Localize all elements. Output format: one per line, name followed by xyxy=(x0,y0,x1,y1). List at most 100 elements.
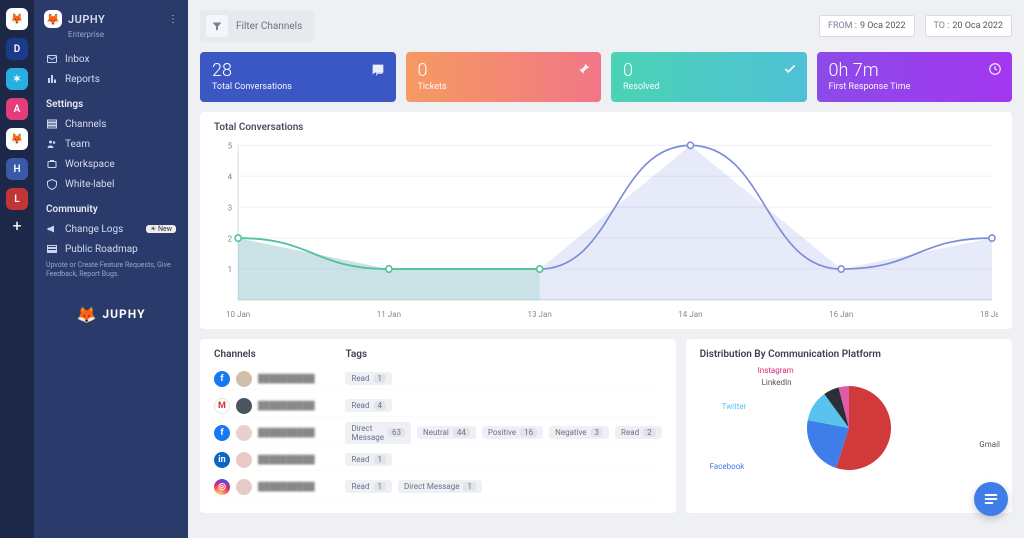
nav-label: Change Logs xyxy=(65,224,123,235)
svg-text:18 Jan: 18 Jan xyxy=(980,310,998,319)
nav-reports[interactable]: Reports xyxy=(44,69,178,89)
workspace-switcher: 🦊 D ✶ A 🦊 H L + xyxy=(0,0,34,538)
workspace-item[interactable]: D xyxy=(6,38,28,60)
nav-label: Inbox xyxy=(65,54,89,65)
nav-label: Team xyxy=(65,139,90,150)
team-icon xyxy=(46,138,58,150)
channels-panel: Channels f ██████████ M ██████████ f ███… xyxy=(200,339,676,513)
avatar xyxy=(236,371,252,387)
card-value: 0h 7m xyxy=(829,62,1001,80)
nav-label: Reports xyxy=(65,74,100,85)
clock-icon xyxy=(988,62,1002,76)
tag-chip[interactable]: Positive 16 xyxy=(482,426,543,439)
tag-chip[interactable]: Negative 3 xyxy=(549,426,609,439)
card-label: Resolved xyxy=(623,82,795,92)
tag-count: 1 xyxy=(374,455,387,464)
pin-icon xyxy=(577,62,591,76)
channel-row[interactable]: in ██████████ xyxy=(214,449,345,471)
tag-label: Positive xyxy=(488,428,516,437)
brand-footer-icon: 🦊 xyxy=(76,305,96,324)
tag-row: Read 1 xyxy=(345,449,661,471)
workspace-item[interactable]: H xyxy=(6,158,28,180)
nav-workspace[interactable]: Workspace xyxy=(44,154,178,174)
conversations-chart: 1234510 Jan11 Jan13 Jan14 Jan16 Jan18 Ja… xyxy=(214,139,998,319)
tag-chip[interactable]: Read 1 xyxy=(345,480,392,493)
nav-whitelabel[interactable]: White-label xyxy=(44,174,178,194)
channel-name: ██████████ xyxy=(258,428,315,437)
nav-label: Channels xyxy=(65,119,106,130)
tag-chip[interactable]: Read 1 xyxy=(345,372,392,385)
distribution-title: Distribution By Communication Platform xyxy=(700,349,998,360)
nav-roadmap[interactable]: Public Roadmap xyxy=(44,239,178,259)
tag-row: Read 4 xyxy=(345,395,661,417)
chat-icon xyxy=(370,62,386,78)
channel-row[interactable]: M ██████████ xyxy=(214,395,345,417)
nav-channels[interactable]: Channels xyxy=(44,114,178,134)
workspace-item[interactable]: ✶ xyxy=(6,68,28,90)
stat-cards: 28 Total Conversations 0 Tickets 0 Resol… xyxy=(200,52,1012,102)
date-from[interactable]: FROM : 9 Oca 2022 xyxy=(819,15,915,37)
card-tickets[interactable]: 0 Tickets xyxy=(406,52,602,102)
tag-label: Read xyxy=(351,374,369,383)
footer-brand: 🦊 JUPHY xyxy=(44,305,178,324)
nav-team[interactable]: Team xyxy=(44,134,178,154)
roadmap-icon xyxy=(46,243,58,255)
workspace-item[interactable]: L xyxy=(6,188,28,210)
tag-row: Read 1 xyxy=(345,368,661,390)
nav-inbox[interactable]: Inbox xyxy=(44,49,178,69)
tag-label: Read xyxy=(351,455,369,464)
channels-header: Channels xyxy=(214,349,345,360)
nav-changelogs[interactable]: Change Logs ☀ New xyxy=(44,219,178,239)
brand-name: JUPHY xyxy=(68,13,105,26)
tag-chip[interactable]: Read 4 xyxy=(345,399,392,412)
workspace-item[interactable]: A xyxy=(6,98,28,120)
channel-row[interactable]: f ██████████ xyxy=(214,368,345,390)
tag-label: Direct Message xyxy=(351,424,384,442)
sidebar-more-icon[interactable]: ⋮ xyxy=(168,14,178,25)
tag-label: Negative xyxy=(555,428,586,437)
pie-label-gmail: Gmail xyxy=(979,440,1000,449)
tag-chip[interactable]: Read 2 xyxy=(615,426,662,439)
tag-row: Read 1 Direct Message 1 xyxy=(345,476,661,498)
pie-label-linkedin: LinkedIn xyxy=(762,378,792,387)
tag-count: 1 xyxy=(463,482,476,491)
channel-name: ██████████ xyxy=(258,455,315,464)
help-float-button[interactable] xyxy=(974,482,1008,516)
filter-channels[interactable]: Filter Channels xyxy=(200,10,314,42)
avatar xyxy=(236,452,252,468)
channel-row[interactable]: f ██████████ xyxy=(214,422,345,444)
tag-chip[interactable]: Neutral 44 xyxy=(417,426,476,439)
filter-label: Filter Channels xyxy=(236,21,302,32)
tag-chip[interactable]: Direct Message 63 xyxy=(345,422,411,444)
card-label: Tickets xyxy=(418,82,590,92)
channel-name: ██████████ xyxy=(258,482,315,491)
brand-logo-icon: 🦊 xyxy=(44,10,62,28)
svg-text:2: 2 xyxy=(228,234,233,244)
tag-count: 44 xyxy=(453,428,470,437)
date-to[interactable]: TO : 20 Oca 2022 xyxy=(925,15,1012,37)
card-resolved[interactable]: 0 Resolved xyxy=(611,52,807,102)
card-total-conversations[interactable]: 28 Total Conversations xyxy=(200,52,396,102)
channel-row[interactable]: ◎ ██████████ xyxy=(214,476,345,498)
pie-label-twitter: Twitter xyxy=(722,402,747,411)
add-workspace-button[interactable]: + xyxy=(12,218,21,234)
workspace-item[interactable]: 🦊 xyxy=(6,128,28,150)
card-first-response[interactable]: 0h 7m First Response Time xyxy=(817,52,1013,102)
check-icon xyxy=(783,62,797,76)
card-label: Total Conversations xyxy=(212,82,384,92)
to-value: 20 Oca 2022 xyxy=(952,21,1003,31)
facebook-icon: f xyxy=(214,425,230,441)
section-settings: Settings xyxy=(46,99,178,110)
tag-label: Read xyxy=(351,482,369,491)
workspace-item-logo[interactable]: 🦊 xyxy=(6,8,28,30)
tag-count: 3 xyxy=(591,428,604,437)
tag-row: Direct Message 63 Neutral 44 Positive 16… xyxy=(345,422,661,444)
channels-icon xyxy=(46,118,58,130)
nav-label: White-label xyxy=(65,179,114,190)
filter-icon[interactable] xyxy=(206,15,228,37)
tag-count: 63 xyxy=(388,428,405,437)
main-content: Filter Channels FROM : 9 Oca 2022 TO : 2… xyxy=(188,0,1024,538)
tag-chip[interactable]: Direct Message 1 xyxy=(398,480,482,493)
nav-label: Public Roadmap xyxy=(65,244,138,255)
tag-chip[interactable]: Read 1 xyxy=(345,453,392,466)
